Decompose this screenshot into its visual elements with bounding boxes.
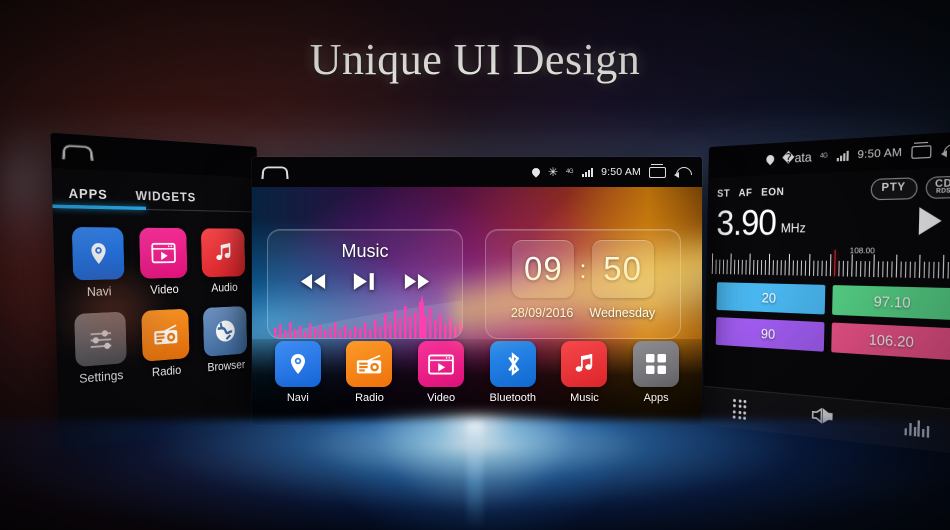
background-vignette [0,0,950,530]
screenshot-stage: Unique UI Design APPS WIDGETS [0,0,950,530]
